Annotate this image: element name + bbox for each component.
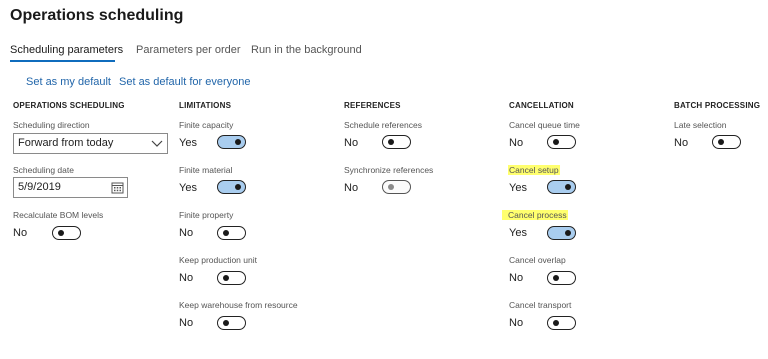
finite-capacity-value: Yes <box>179 137 197 149</box>
schedule-references-label: Schedule references <box>344 120 422 130</box>
finite-property-toggle[interactable] <box>217 226 246 240</box>
cancellation-header: CANCELLATION <box>509 101 574 110</box>
page-title: Operations scheduling <box>10 7 184 24</box>
toggle-knob <box>553 319 559 326</box>
active-tab-indicator <box>10 60 115 62</box>
cancel-setup-value: Yes <box>509 182 527 194</box>
toggle-knob <box>565 229 571 236</box>
set-as-my-default-button[interactable]: Set as my default <box>26 76 111 88</box>
finite-material-value: Yes <box>179 182 197 194</box>
cancel-transport-value: No <box>509 317 524 329</box>
cancel-overlap-toggle[interactable] <box>547 271 576 285</box>
cancel-transport-label: Cancel transport <box>509 300 572 310</box>
cancel-transport-toggle[interactable] <box>547 316 576 330</box>
toggle-knob <box>223 319 229 326</box>
limitations-header: LIMITATIONS <box>179 101 232 110</box>
recalculate-bom-levels-label: Recalculate BOM levels <box>13 210 104 220</box>
tab-parameters-per-order[interactable]: Parameters per order <box>136 44 241 56</box>
set-as-default-for-everyone-button[interactable]: Set as default for everyone <box>119 76 250 88</box>
toggle-knob <box>223 229 229 236</box>
scheduling-date-input[interactable]: 5/9/2019 <box>13 177 128 198</box>
cancel-process-label: Cancel process <box>502 210 568 220</box>
toggle-knob <box>718 138 724 145</box>
cancel-setup-toggle[interactable] <box>547 180 576 194</box>
operations-scheduling-header: OPERATIONS SCHEDULING <box>13 101 125 110</box>
toggle-knob <box>235 138 241 145</box>
recalculate-bom-levels-value: No <box>13 227 28 239</box>
toggle-knob <box>565 183 571 190</box>
keep-production-unit-toggle[interactable] <box>217 271 246 285</box>
batch-processing-header: BATCH PROCESSING <box>674 101 761 110</box>
cancel-queue-time-toggle[interactable] <box>547 135 576 149</box>
late-selection-toggle[interactable] <box>712 135 741 149</box>
calendar-icon[interactable] <box>111 181 124 194</box>
tab-scheduling-parameters[interactable]: Scheduling parameters <box>10 44 123 56</box>
scheduling-date-value: 5/9/2019 <box>18 181 61 193</box>
synchronize-references-label: Synchronize references <box>344 165 434 175</box>
tab-run-in-background[interactable]: Run in the background <box>251 44 362 56</box>
finite-material-label: Finite material <box>179 165 233 175</box>
finite-property-value: No <box>179 227 194 239</box>
keep-warehouse-toggle[interactable] <box>217 316 246 330</box>
finite-property-label: Finite property <box>179 210 234 220</box>
synchronize-references-toggle[interactable] <box>382 180 411 194</box>
toggle-knob <box>553 138 559 145</box>
cancel-overlap-value: No <box>509 272 524 284</box>
late-selection-label: Late selection <box>674 120 727 130</box>
toggle-knob <box>58 229 64 236</box>
finite-capacity-label: Finite capacity <box>179 120 234 130</box>
finite-material-toggle[interactable] <box>217 180 246 194</box>
recalculate-bom-levels-toggle[interactable] <box>52 226 81 240</box>
finite-capacity-toggle[interactable] <box>217 135 246 149</box>
cancel-overlap-label: Cancel overlap <box>509 255 566 265</box>
toggle-knob <box>223 274 229 281</box>
cancel-process-toggle[interactable] <box>547 226 576 240</box>
toggle-knob <box>553 274 559 281</box>
cancel-queue-time-label: Cancel queue time <box>509 120 580 130</box>
late-selection-value: No <box>674 137 689 149</box>
cancel-queue-time-value: No <box>509 137 524 149</box>
schedule-references-value: No <box>344 137 359 149</box>
scheduling-direction-select[interactable]: Forward from today <box>13 133 168 154</box>
toggle-knob <box>235 183 241 190</box>
cancel-setup-label: Cancel setup <box>508 165 560 175</box>
keep-warehouse-label: Keep warehouse from resource <box>179 300 298 310</box>
toggle-knob <box>388 183 394 190</box>
synchronize-references-value: No <box>344 182 359 194</box>
scheduling-direction-value: Forward from today <box>18 137 114 149</box>
keep-production-unit-value: No <box>179 272 194 284</box>
references-header: REFERENCES <box>344 101 401 110</box>
toggle-knob <box>388 138 394 145</box>
keep-production-unit-label: Keep production unit <box>179 255 257 265</box>
scheduling-direction-label: Scheduling direction <box>13 120 90 130</box>
chevron-down-icon <box>151 140 163 147</box>
schedule-references-toggle[interactable] <box>382 135 411 149</box>
scheduling-date-label: Scheduling date <box>13 165 74 175</box>
keep-warehouse-value: No <box>179 317 194 329</box>
cancel-process-value: Yes <box>509 227 527 239</box>
